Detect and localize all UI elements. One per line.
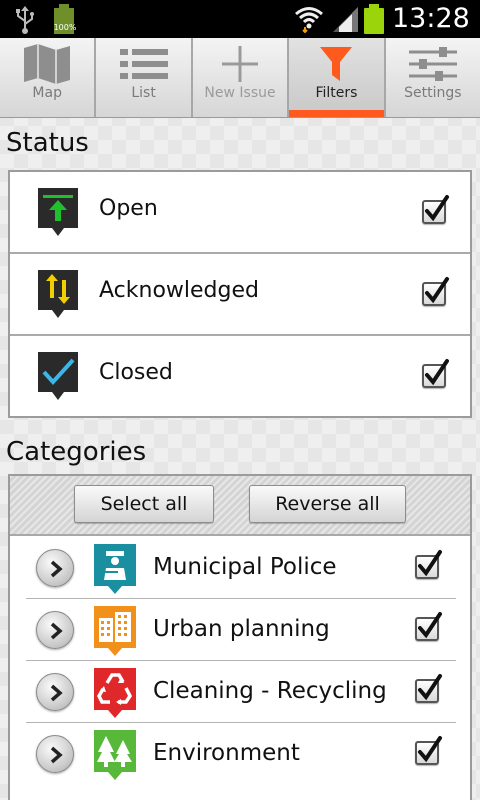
tab-list-label: List: [131, 85, 156, 101]
status-open-checkbox[interactable]: [422, 195, 449, 224]
checkmark-icon: [425, 195, 449, 222]
recycle-icon: [94, 668, 136, 718]
tab-map-label: Map: [32, 85, 62, 101]
status-acknowledged-checkbox[interactable]: [422, 277, 449, 306]
category-label: Cleaning - Recycling: [153, 678, 387, 704]
funnel-icon: [320, 47, 353, 81]
usb-icon: [16, 6, 34, 34]
status-closed-checkbox[interactable]: [422, 359, 449, 388]
category-row-environment[interactable]: Environment: [26, 723, 456, 785]
checkmark-icon: [418, 612, 442, 639]
tab-map[interactable]: Map: [0, 38, 97, 117]
category-row-cleaning-recycling[interactable]: Cleaning - Recycling: [26, 661, 456, 723]
list-icon: [119, 49, 168, 79]
checkmark-icon: [418, 674, 442, 701]
categories-filter-panel: Select all Reverse all Municipal Police: [8, 474, 472, 800]
status-label: Open: [99, 196, 158, 221]
checkmark-icon: [418, 550, 442, 577]
chevron-right-icon: [50, 684, 63, 702]
signal-icon: [333, 7, 358, 32]
battery-icon: [364, 4, 384, 34]
status-filter-list: Open Acknowledged Closed: [8, 170, 472, 418]
buildings-icon: [94, 606, 136, 656]
tab-filters-label: Filters: [315, 85, 358, 101]
closed-status-icon: [38, 352, 78, 400]
status-section-title: Status: [6, 128, 89, 158]
tab-new-issue-label: New Issue: [204, 85, 276, 101]
status-row-open[interactable]: Open: [10, 172, 470, 254]
police-icon: [94, 544, 136, 594]
category-label: Urban planning: [153, 616, 330, 642]
category-list: Municipal Police Urban planning Cleaning…: [26, 537, 456, 785]
battery-percent: 100%: [53, 23, 77, 32]
tab-settings-label: Settings: [404, 85, 462, 101]
select-all-button[interactable]: Select all: [74, 485, 214, 523]
expand-button[interactable]: [36, 735, 74, 773]
status-bar: 100% 13:28: [0, 0, 480, 38]
reverse-all-button[interactable]: Reverse all: [249, 485, 406, 523]
battery-full-icon: 100%: [52, 4, 76, 34]
category-cleaning-recycling-checkbox[interactable]: [415, 674, 442, 703]
tab-new-issue[interactable]: New Issue: [193, 38, 290, 117]
category-municipal-police-checkbox[interactable]: [415, 550, 442, 579]
checkmark-icon: [425, 359, 449, 386]
acknowledged-status-icon: [38, 270, 78, 318]
sliders-icon: [408, 47, 457, 81]
category-environment-checkbox[interactable]: [415, 736, 442, 765]
status-label: Closed: [99, 360, 173, 385]
expand-button[interactable]: [36, 673, 74, 711]
trees-icon: [94, 730, 136, 780]
active-tab-indicator: [289, 110, 384, 117]
status-label: Acknowledged: [99, 278, 259, 303]
tab-settings[interactable]: Settings: [386, 38, 480, 117]
expand-button[interactable]: [36, 611, 74, 649]
tab-filters[interactable]: Filters: [289, 38, 386, 117]
map-icon: [24, 44, 71, 84]
expand-button[interactable]: [36, 549, 74, 587]
status-row-acknowledged[interactable]: Acknowledged: [10, 254, 470, 336]
category-row-urban-planning[interactable]: Urban planning: [26, 599, 456, 661]
chevron-right-icon: [50, 560, 63, 578]
tab-bar: Map List New Issue Filters Settings: [0, 38, 480, 118]
status-row-closed[interactable]: Closed: [10, 336, 470, 418]
category-urban-planning-checkbox[interactable]: [415, 612, 442, 641]
categories-section-title: Categories: [6, 437, 147, 467]
chevron-right-icon: [50, 746, 63, 764]
checkmark-icon: [425, 277, 449, 304]
category-row-municipal-police[interactable]: Municipal Police: [26, 537, 456, 599]
open-status-icon: [38, 188, 78, 236]
clock: 13:28: [392, 3, 470, 34]
chevron-right-icon: [50, 622, 63, 640]
category-label: Municipal Police: [153, 554, 337, 580]
plus-icon: [222, 46, 259, 82]
category-label: Environment: [153, 740, 300, 766]
wifi-icon: [295, 7, 323, 33]
categories-toolbar: Select all Reverse all: [10, 476, 470, 536]
tab-list[interactable]: List: [96, 38, 193, 117]
checkmark-icon: [418, 736, 442, 763]
